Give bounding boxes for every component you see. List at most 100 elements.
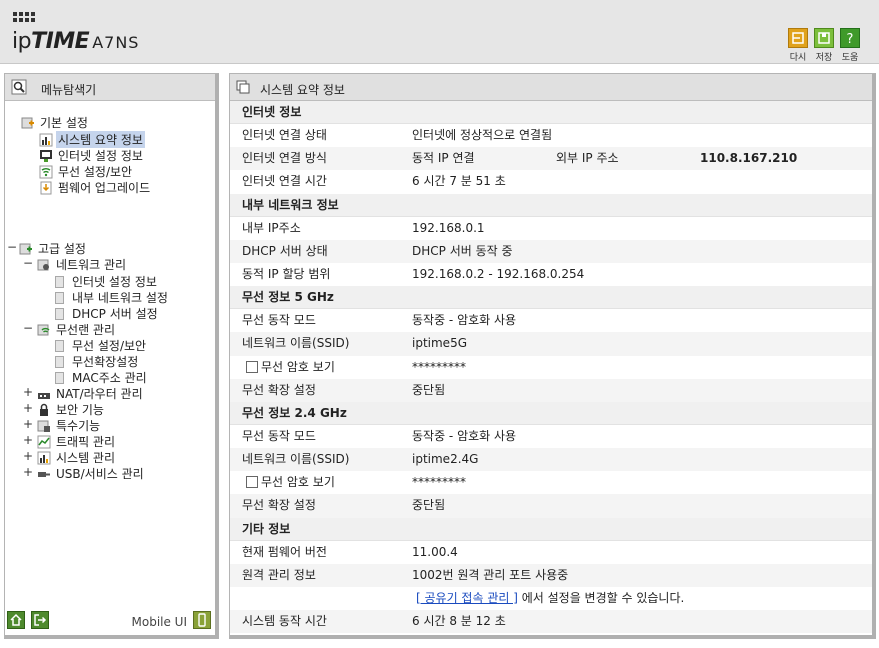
panel-header: 시스템 요약 정보 xyxy=(230,74,872,101)
page-icon xyxy=(55,371,64,384)
row-wifi24-extension: 무선 확장 설정 중단됨 xyxy=(230,494,872,518)
page-icon xyxy=(55,307,64,320)
help-label: 도움 xyxy=(841,53,859,63)
page-icon xyxy=(55,291,64,304)
section-internet: 인터넷 정보 xyxy=(230,101,872,124)
expand-toggle-special[interactable]: + xyxy=(23,417,33,431)
row-wifi5-extension: 무선 확장 설정 중단됨 xyxy=(230,378,872,402)
expand-toggle-usb[interactable]: + xyxy=(23,465,33,479)
tree-lan-settings[interactable]: 내부 네트워크 설정 xyxy=(55,289,170,306)
tree-wireless-extension[interactable]: 무선확장설정 xyxy=(55,353,140,370)
row-lan-ip: 내부 IP주소 192.168.0.1 xyxy=(242,220,485,235)
menu-explorer: 메뉴탐색기 기본 설정 시스템 요약 정보 인터넷 설정 정보 무선 설정/보안… xyxy=(4,73,219,639)
router-icon xyxy=(38,392,50,399)
page-icon xyxy=(55,275,64,288)
monitor-icon xyxy=(40,149,52,162)
row-internet-method: 인터넷 연결 방식 동적 IP 연결 외부 IP 주소 110.8.167.21… xyxy=(230,147,872,171)
show-password-checkbox-5g[interactable] xyxy=(246,360,258,373)
tree-traffic[interactable]: 트래픽 관리 xyxy=(37,433,117,450)
traffic-icon xyxy=(37,435,51,448)
logout-button[interactable] xyxy=(31,611,49,629)
mobile-ui-button[interactable] xyxy=(193,611,211,629)
magnifier-icon xyxy=(11,79,27,95)
bar-chart-icon xyxy=(37,451,51,464)
collapse-toggle-wireless[interactable]: − xyxy=(23,321,33,335)
expand-toggle-traffic[interactable]: + xyxy=(23,433,33,447)
page-icon xyxy=(55,339,64,352)
row-internet-time: 인터넷 연결 시간 6 시간 7 분 51 초 xyxy=(242,174,506,189)
row-firmware-version: 현재 펌웨어 버전 11.00.4 xyxy=(242,544,458,559)
section-wifi-5g: 무선 정보 5 GHz xyxy=(230,286,872,310)
expand-toggle-nat[interactable]: + xyxy=(23,385,33,399)
tree-special-features[interactable]: 특수기능 xyxy=(37,417,102,434)
row-remote-link: [ 공유기 접속 관리 ] 에서 설정을 변경할 수 있습니다. xyxy=(416,591,685,605)
row-wifi24-ssid: 네트워크 이름(SSID) iptime2.4G xyxy=(230,448,872,472)
top-header: ipTIME A7NS 다시 저장 ? 도움 xyxy=(0,0,879,64)
grid-icon xyxy=(13,12,35,22)
help-icon: ? xyxy=(847,32,854,46)
wifi-icon xyxy=(39,165,53,178)
row-wifi24-mode: 무선 동작 모드 동작중 - 암호화 사용 xyxy=(242,428,517,443)
menu-header: 메뉴탐색기 xyxy=(5,74,215,101)
tree-internet-settings[interactable]: 인터넷 설정 정보 xyxy=(39,147,145,164)
home-icon xyxy=(10,613,22,626)
section-lan: 내부 네트워크 정보 xyxy=(230,193,872,217)
row-wifi5-ssid: 네트워크 이름(SSID) iptime5G xyxy=(230,332,872,356)
collapse-toggle-network[interactable]: − xyxy=(23,256,33,270)
row-wifi24-password: 무선 암호 보기 ********* xyxy=(230,471,872,494)
row-wifi5-mode: 무선 동작 모드 동작중 - 암호화 사용 xyxy=(242,313,517,328)
panel-title: 시스템 요약 정보 xyxy=(260,83,345,97)
tree-wireless-security[interactable]: 무선 설정/보안 xyxy=(39,163,134,180)
tree-system-management[interactable]: 시스템 관리 xyxy=(37,449,117,466)
tree-usb-service[interactable]: USB/서비스 관리 xyxy=(37,465,146,482)
tree-security[interactable]: 보안 기능 xyxy=(37,401,106,418)
tree-nat-router[interactable]: NAT/라우터 관리 xyxy=(37,385,145,402)
special-icon xyxy=(37,420,50,432)
logout-icon xyxy=(34,614,47,626)
row-system-uptime: 시스템 동작 시간 6 시간 8 분 12 초 xyxy=(230,610,872,634)
brand-logo: ipTIME A7NS xyxy=(12,29,140,54)
tree-net-internet-settings[interactable]: 인터넷 설정 정보 xyxy=(55,273,159,290)
external-ip-value: 110.8.167.210 xyxy=(700,151,798,166)
firmware-icon xyxy=(40,181,52,194)
collapse-toggle-advanced[interactable]: − xyxy=(7,240,17,254)
menu-footer: Mobile UI xyxy=(5,609,215,635)
summary-body: 인터넷 정보 인터넷 연결 상태 인터넷에 정상적으로 연결됨 인터넷 연결 방… xyxy=(230,101,872,634)
reload-icon xyxy=(792,32,804,44)
row-dhcp-range: 동적 IP 할당 범위 192.168.0.2 - 192.168.0.254 xyxy=(242,266,585,281)
row-remote-management: 원격 관리 정보 1002번 원격 관리 포트 사용중 xyxy=(230,563,872,587)
tree-basic-settings[interactable]: 기본 설정 xyxy=(21,114,90,131)
section-etc: 기타 정보 xyxy=(230,517,872,541)
menu-title: 메뉴탐색기 xyxy=(41,83,97,97)
mobile-ui-label[interactable]: Mobile UI xyxy=(132,615,188,629)
phone-icon xyxy=(198,613,206,627)
expand-toggle-security[interactable]: + xyxy=(23,401,33,415)
usb-icon xyxy=(38,471,50,477)
save-icon xyxy=(818,32,830,44)
home-button[interactable] xyxy=(7,611,25,629)
folder-settings-icon xyxy=(19,243,32,254)
network-icon xyxy=(37,259,49,270)
tree-advanced-settings[interactable]: 고급 설정 xyxy=(19,240,88,257)
save-button[interactable] xyxy=(814,28,834,48)
tree-wireless-management[interactable]: 무선랜 관리 xyxy=(37,321,117,338)
row-wifi5-password: 무선 암호 보기 ********* xyxy=(230,356,872,379)
wifi-icon xyxy=(37,324,50,335)
tree-dhcp-settings[interactable]: DHCP 서버 설정 xyxy=(55,305,160,322)
expand-toggle-system[interactable]: + xyxy=(23,449,33,463)
router-access-management-link[interactable]: [ 공유기 접속 관리 ] xyxy=(416,591,518,605)
tree-adv-wireless-security[interactable]: 무선 설정/보안 xyxy=(55,337,148,354)
reload-button[interactable] xyxy=(788,28,808,48)
show-password-checkbox-24g[interactable] xyxy=(246,476,258,489)
tree-system-summary[interactable]: 시스템 요약 정보 xyxy=(39,131,145,148)
tree-firmware-upgrade[interactable]: 펌웨어 업그레이드 xyxy=(39,179,152,196)
window-icon xyxy=(236,80,250,94)
help-button[interactable]: ? xyxy=(840,28,860,48)
tree-network-management[interactable]: 네트워크 관리 xyxy=(37,256,128,273)
folder-settings-icon xyxy=(21,117,34,128)
lock-icon xyxy=(40,403,48,416)
page-icon xyxy=(55,355,64,368)
tree-mac-management[interactable]: MAC주소 관리 xyxy=(55,369,149,386)
row-dhcp-status: DHCP 서버 상태 DHCP 서버 동작 중 xyxy=(230,239,872,263)
row-internet-status: 인터넷 연결 상태 인터넷에 정상적으로 연결됨 xyxy=(242,128,553,142)
